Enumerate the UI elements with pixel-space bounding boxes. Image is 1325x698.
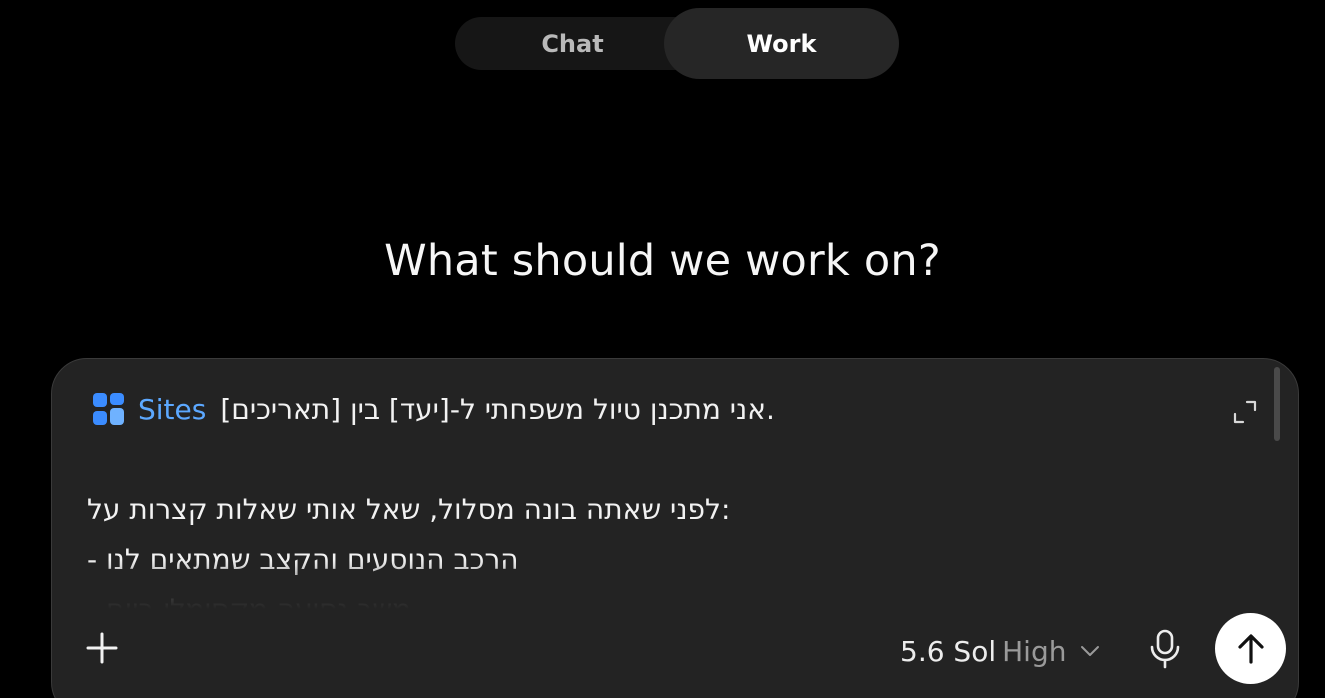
expand-icon[interactable] — [1232, 399, 1258, 425]
model-effort: High — [1002, 634, 1067, 668]
page-title: What should we work on? — [384, 236, 941, 286]
send-button[interactable] — [1215, 613, 1286, 684]
work-home-screen: Chat Work What should we work on? Sites … — [0, 0, 1325, 698]
mode-switch: Chat Work — [455, 8, 899, 79]
prompt-input[interactable]: Sites אני מתכנן טיול משפחתי ל-[יעד] בין … — [87, 385, 1267, 609]
sites-icon — [93, 392, 129, 428]
tab-work[interactable]: Work — [664, 8, 899, 79]
composer-scrollbar[interactable] — [1274, 367, 1280, 441]
model-selector[interactable]: 5.6 Sol High — [900, 629, 1100, 673]
model-name: 5.6 Sol — [900, 634, 997, 668]
chevron-down-icon — [1081, 646, 1100, 656]
prompt-line: Sites אני מתכנן טיול משפחתי ל-[יעד] בין … — [87, 385, 1267, 435]
prompt-line: - הרכב הנוסעים והקצב שמתאים לנו — [87, 535, 1267, 585]
prompt-line-text: - משך נסיעה מקסימלי ביום — [87, 585, 411, 609]
prompt-line: - משך נסיעה מקסימלי ביום — [87, 585, 1267, 609]
prompt-line: לפני שאתה בונה מסלול, שאל אותי שאלות קצר… — [87, 485, 1267, 535]
tab-chat[interactable]: Chat — [455, 17, 690, 70]
prompt-line-text: אני מתכנן טיול משפחתי ל-[יעד] בין [תאריכ… — [220, 393, 775, 426]
sites-tag-label: Sites — [138, 393, 207, 426]
prompt-composer: Sites אני מתכנן טיול משפחתי ל-[יעד] בין … — [51, 358, 1299, 698]
prompt-line — [87, 435, 1267, 485]
plus-icon[interactable] — [84, 630, 120, 666]
sites-tag[interactable]: Sites — [87, 385, 206, 435]
prompt-line-text: לפני שאתה בונה מסלול, שאל אותי שאלות קצר… — [87, 493, 731, 526]
prompt-line-text: - הרכב הנוסעים והקצב שמתאים לנו — [87, 543, 519, 576]
microphone-icon[interactable] — [1148, 629, 1182, 669]
arrow-up-icon — [1237, 633, 1264, 664]
